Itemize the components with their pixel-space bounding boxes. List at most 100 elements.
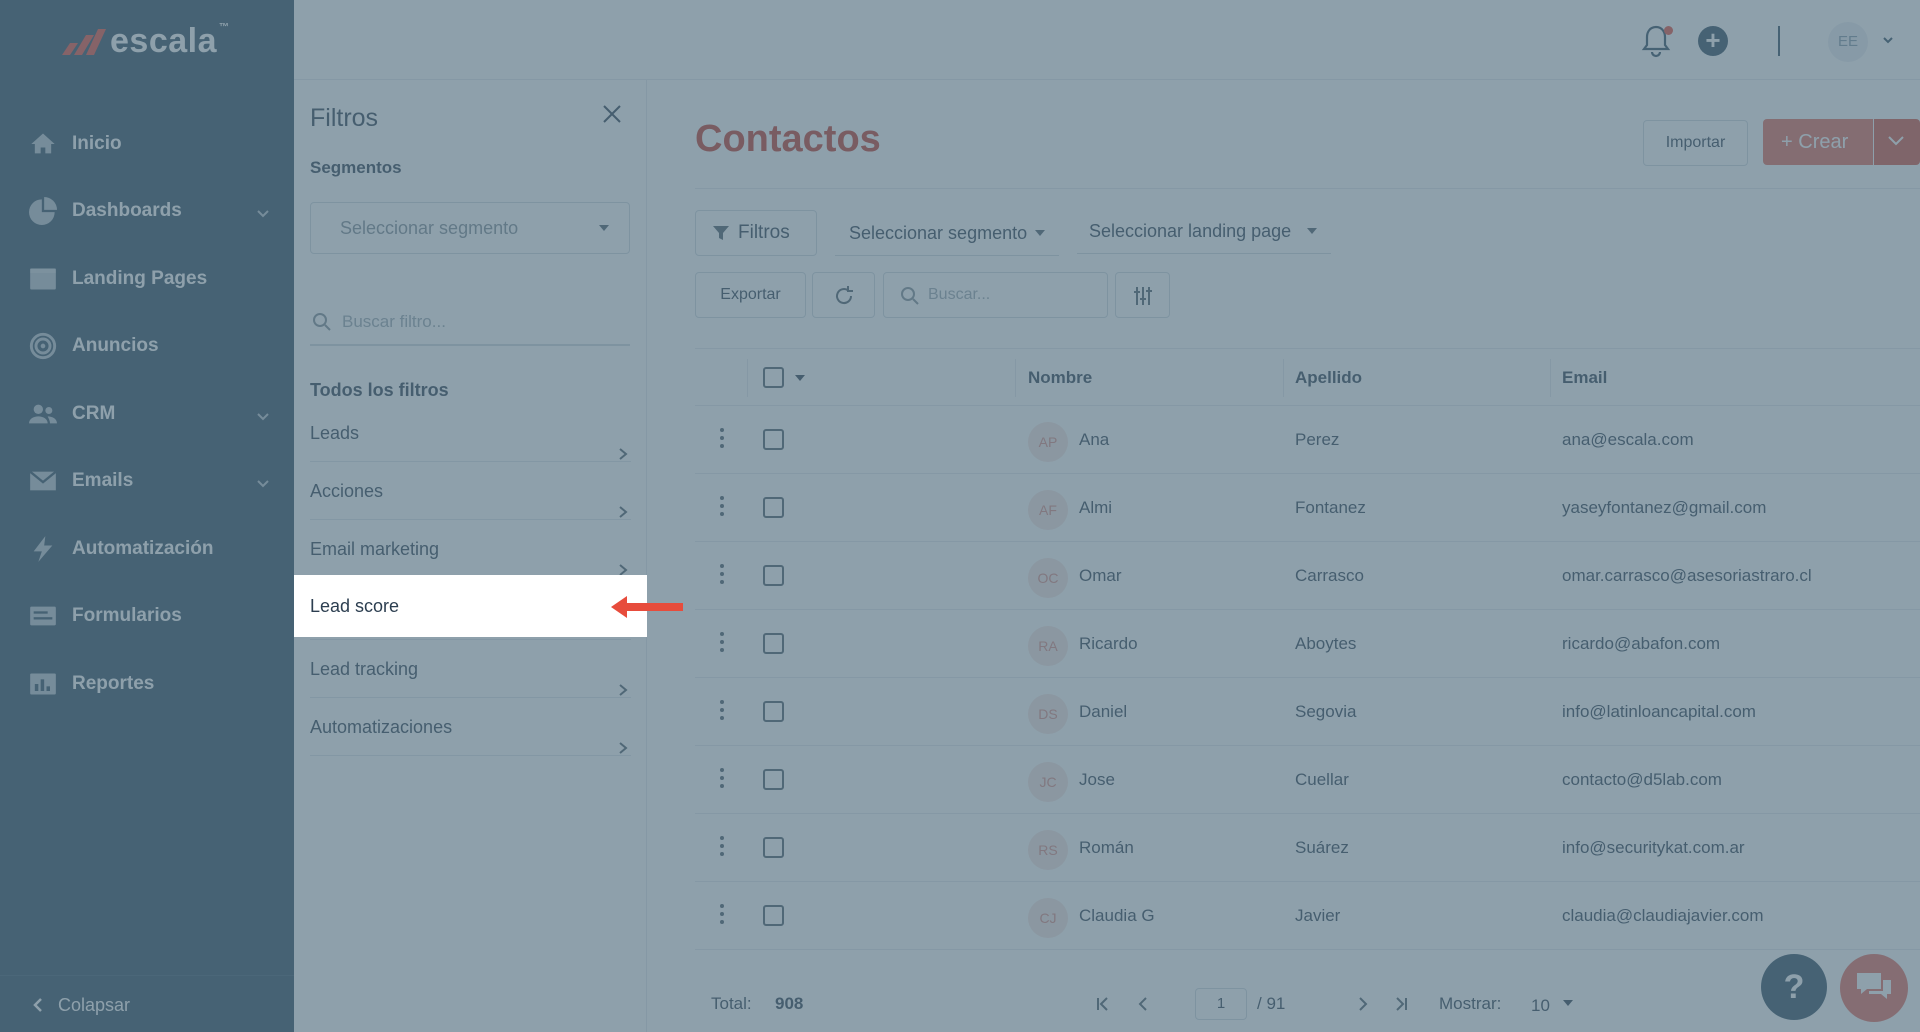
row-menu-icon[interactable] bbox=[720, 496, 724, 520]
sidebar-item-label: Anuncios bbox=[72, 335, 159, 357]
last-page-icon[interactable] bbox=[1393, 996, 1409, 1012]
filter-item-acciones[interactable]: Acciones bbox=[310, 462, 631, 520]
row-menu-icon[interactable] bbox=[720, 904, 724, 928]
close-icon[interactable] bbox=[600, 102, 624, 126]
segment-select[interactable]: Seleccionar segmento bbox=[310, 202, 630, 254]
chat-button[interactable] bbox=[1840, 954, 1908, 1022]
column-header-nombre[interactable]: Nombre bbox=[1028, 349, 1092, 407]
row-menu-icon[interactable] bbox=[720, 700, 724, 724]
page-input[interactable]: 1 bbox=[1195, 988, 1247, 1020]
sidebar-item-dashboards[interactable]: Dashboards bbox=[0, 178, 294, 246]
next-page-icon[interactable] bbox=[1355, 996, 1371, 1012]
contacts-table: Nombre Apellido Email AP Ana Perez ana@esca… bbox=[695, 348, 1920, 950]
segment-dropdown-value: Seleccionar segmento bbox=[849, 223, 1028, 243]
row-menu-icon[interactable] bbox=[720, 768, 724, 792]
table-row[interactable]: OC Omar Carrasco omar.carrasco@asesoriastra… bbox=[695, 542, 1920, 610]
contact-first-name[interactable]: Daniel bbox=[1079, 678, 1127, 746]
chevron-down-icon[interactable] bbox=[1882, 34, 1894, 46]
select-all-checkbox[interactable] bbox=[763, 367, 784, 388]
mail-icon bbox=[28, 466, 58, 496]
table-row[interactable]: CJ Claudia G Javier claudia@claudiajavier.c… bbox=[695, 882, 1920, 950]
table-row[interactable]: AF Almi Fontanez yaseyfontanez@gmail.com bbox=[695, 474, 1920, 542]
table-row[interactable]: DS Daniel Segovia info@latinloancapital.com bbox=[695, 678, 1920, 746]
table-row[interactable]: JC Jose Cuellar contacto@d5lab.com bbox=[695, 746, 1920, 814]
add-icon[interactable]: + bbox=[1698, 26, 1728, 56]
filter-item-automatizaciones[interactable]: Automatizaciones bbox=[310, 698, 631, 756]
sidebar-item-landing-pages[interactable]: Landing Pages bbox=[0, 245, 294, 313]
row-checkbox[interactable] bbox=[763, 497, 784, 518]
contact-first-name[interactable]: Román bbox=[1079, 814, 1134, 882]
filter-item-leads[interactable]: Leads bbox=[310, 404, 631, 462]
segments-label: Segmentos bbox=[310, 158, 402, 177]
sidebar-item-emails[interactable]: Emails bbox=[0, 448, 294, 516]
row-menu-icon[interactable] bbox=[720, 428, 724, 452]
filter-item-email-marketing[interactable]: Email marketing bbox=[310, 520, 631, 578]
previous-page-icon[interactable] bbox=[1135, 996, 1151, 1012]
sidebar-item-formularios[interactable]: Formularios bbox=[0, 583, 294, 651]
row-checkbox[interactable] bbox=[763, 429, 784, 450]
filter-icon bbox=[713, 226, 729, 240]
avatar[interactable]: EE bbox=[1828, 22, 1868, 62]
contact-first-name[interactable]: Omar bbox=[1079, 542, 1122, 610]
filter-item-lead-tracking[interactable]: Lead tracking bbox=[310, 640, 631, 698]
row-checkbox[interactable] bbox=[763, 633, 784, 654]
contact-first-name[interactable]: Almi bbox=[1079, 474, 1112, 542]
refresh-button[interactable] bbox=[812, 272, 875, 318]
topbar-separator bbox=[1778, 26, 1780, 56]
contact-first-name[interactable]: Claudia G bbox=[1079, 882, 1155, 950]
filter-search-input[interactable]: Buscar filtro... bbox=[310, 302, 630, 346]
collapse-button[interactable]: Colapsar bbox=[30, 988, 130, 1022]
table-row[interactable]: RA Ricardo Aboytes ricardo@abafon.com bbox=[695, 610, 1920, 678]
chat-icon bbox=[1857, 973, 1891, 999]
row-menu-icon[interactable] bbox=[720, 564, 724, 588]
row-checkbox[interactable] bbox=[763, 837, 784, 858]
sidebar-item-reportes[interactable]: Reportes bbox=[0, 650, 294, 718]
import-button[interactable]: Importar bbox=[1643, 120, 1748, 166]
filter-item-lead-score[interactable]: Lead score bbox=[294, 575, 647, 637]
contact-email: contacto@d5lab.com bbox=[1562, 770, 1722, 789]
sidebar-item-automatizacion[interactable]: Automatización bbox=[0, 515, 294, 583]
row-checkbox[interactable] bbox=[763, 769, 784, 790]
contact-first-name[interactable]: Ricardo bbox=[1079, 610, 1138, 678]
contact-last-name: Aboytes bbox=[1295, 634, 1357, 653]
help-button[interactable]: ? bbox=[1761, 954, 1827, 1020]
sidebar-item-anuncios[interactable]: Anuncios bbox=[0, 313, 294, 381]
contact-first-name[interactable]: Jose bbox=[1079, 746, 1115, 814]
segment-dropdown[interactable]: Seleccionar segmento bbox=[835, 210, 1059, 256]
create-dropdown-button[interactable] bbox=[1874, 119, 1920, 165]
column-header-apellido[interactable]: Apellido bbox=[1295, 349, 1362, 407]
filters-button-label: Filtros bbox=[738, 222, 790, 243]
column-settings-button[interactable] bbox=[1115, 272, 1170, 318]
sidebar-item-crm[interactable]: CRM bbox=[0, 380, 294, 448]
row-menu-icon[interactable] bbox=[720, 632, 724, 656]
caret-down-icon[interactable] bbox=[795, 375, 805, 381]
lightning-icon bbox=[28, 534, 58, 564]
filters-button[interactable]: Filtros bbox=[695, 210, 817, 256]
contact-first-name[interactable]: Ana bbox=[1079, 406, 1109, 474]
column-header-email[interactable]: Email bbox=[1562, 349, 1607, 407]
create-button[interactable]: + Crear bbox=[1763, 119, 1873, 165]
row-checkbox[interactable] bbox=[763, 565, 784, 586]
table-row[interactable]: AP Ana Perez ana@escala.com bbox=[695, 406, 1920, 474]
caret-down-icon bbox=[1035, 230, 1045, 236]
contact-email: claudia@claudiajavier.com bbox=[1562, 906, 1764, 925]
contact-last-name: Cuellar bbox=[1295, 770, 1349, 789]
table-row[interactable]: RS Román Suárez info@securitykat.com.ar bbox=[695, 814, 1920, 882]
page-size-select[interactable]: 10 bbox=[1531, 996, 1550, 1016]
column-separator bbox=[1015, 359, 1016, 397]
export-button[interactable]: Exportar bbox=[695, 272, 806, 318]
row-checkbox[interactable] bbox=[763, 701, 784, 722]
home-icon bbox=[28, 129, 58, 159]
caret-down-icon[interactable] bbox=[1563, 1000, 1573, 1006]
logo[interactable]: escala ™ bbox=[60, 22, 230, 61]
filter-item-label: Lead score bbox=[310, 596, 400, 616]
caret-down-icon bbox=[1307, 228, 1317, 234]
landing-page-dropdown[interactable]: Seleccionar landing page bbox=[1077, 208, 1331, 254]
avatar: AF bbox=[1028, 490, 1068, 530]
sidebar-item-inicio[interactable]: Inicio bbox=[0, 110, 294, 178]
table-search-input[interactable]: Buscar... bbox=[883, 272, 1108, 318]
row-menu-icon[interactable] bbox=[720, 836, 724, 860]
first-page-icon[interactable] bbox=[1095, 996, 1111, 1012]
chevron-down-icon bbox=[256, 407, 270, 421]
row-checkbox[interactable] bbox=[763, 905, 784, 926]
